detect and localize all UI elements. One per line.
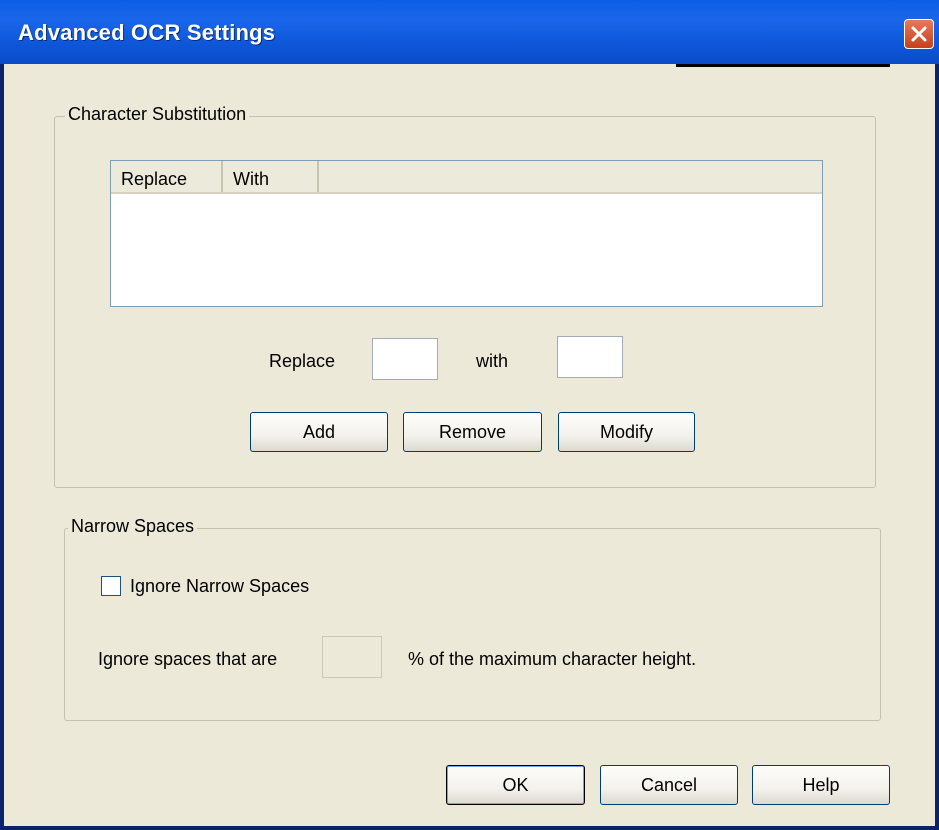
cancel-button[interactable]: Cancel — [600, 765, 738, 805]
spaces-suffix-label: % of the maximum character height. — [408, 649, 697, 669]
dialog-window: Advanced OCR Settings Character Substitu… — [0, 0, 939, 830]
replace-input[interactable] — [372, 338, 438, 380]
remove-button[interactable]: Remove — [403, 412, 542, 452]
window-title: Advanced OCR Settings — [18, 20, 276, 45]
divider-line — [676, 64, 890, 67]
ok-button[interactable]: OK — [446, 765, 585, 805]
percent-input[interactable] — [322, 636, 382, 678]
column-header-with[interactable]: With — [223, 161, 319, 192]
close-button[interactable] — [904, 19, 934, 49]
character-substitution-legend: Character Substitution — [65, 104, 250, 125]
ignore-narrow-spaces-checkbox[interactable] — [101, 576, 121, 596]
spaces-prefix-label: Ignore spaces that are — [98, 649, 278, 669]
title-bar[interactable]: Advanced OCR Settings — [0, 0, 939, 64]
modify-button[interactable]: Modify — [558, 412, 695, 452]
close-icon — [911, 26, 927, 42]
narrow-spaces-group: Narrow Spaces — [64, 516, 881, 721]
with-input[interactable] — [557, 336, 623, 378]
substitution-list[interactable]: Replace With — [110, 160, 823, 307]
replace-label: Replace — [269, 351, 336, 371]
column-header-replace[interactable]: Replace — [111, 161, 223, 192]
help-button[interactable]: Help — [752, 765, 890, 805]
add-button[interactable]: Add — [250, 412, 388, 452]
list-header: Replace With — [111, 161, 822, 194]
narrow-spaces-legend: Narrow Spaces — [68, 516, 198, 537]
dialog-client-area: Character Substitution Replace With Repl… — [4, 64, 935, 826]
ignore-narrow-spaces-label[interactable]: Ignore Narrow Spaces — [130, 576, 309, 597]
with-label: with — [476, 351, 509, 371]
